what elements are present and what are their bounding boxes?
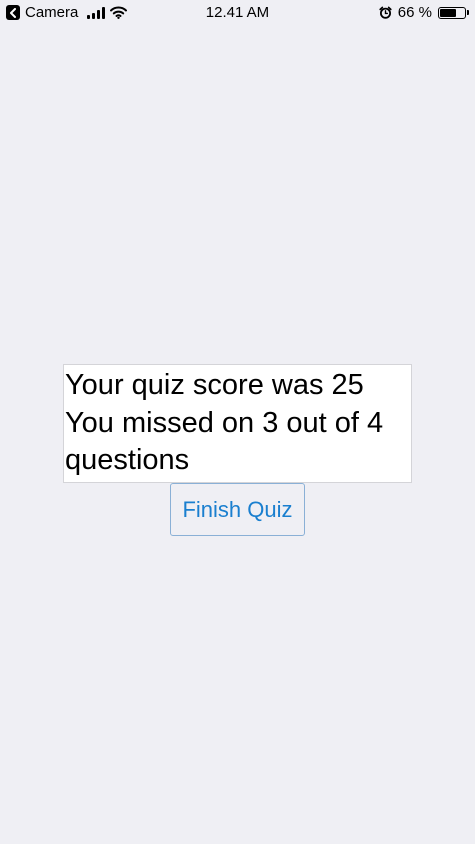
status-bar: Camera 12.41 AM 66 % (0, 0, 475, 26)
status-right: 66 % (379, 4, 469, 21)
battery-percent: 66 % (397, 4, 432, 21)
finish-quiz-button[interactable]: Finish Quiz (170, 483, 305, 536)
quiz-score-text: Your quiz score was 25 (65, 369, 364, 401)
battery-icon (438, 6, 469, 19)
quiz-result-panel: Your quiz score was 25 You missed on 3 o… (63, 364, 412, 483)
alarm-icon (379, 6, 392, 19)
quiz-missed-text: You missed on 3 out of 4 (65, 406, 384, 439)
quiz-missed-text-continued: questions (65, 444, 190, 476)
